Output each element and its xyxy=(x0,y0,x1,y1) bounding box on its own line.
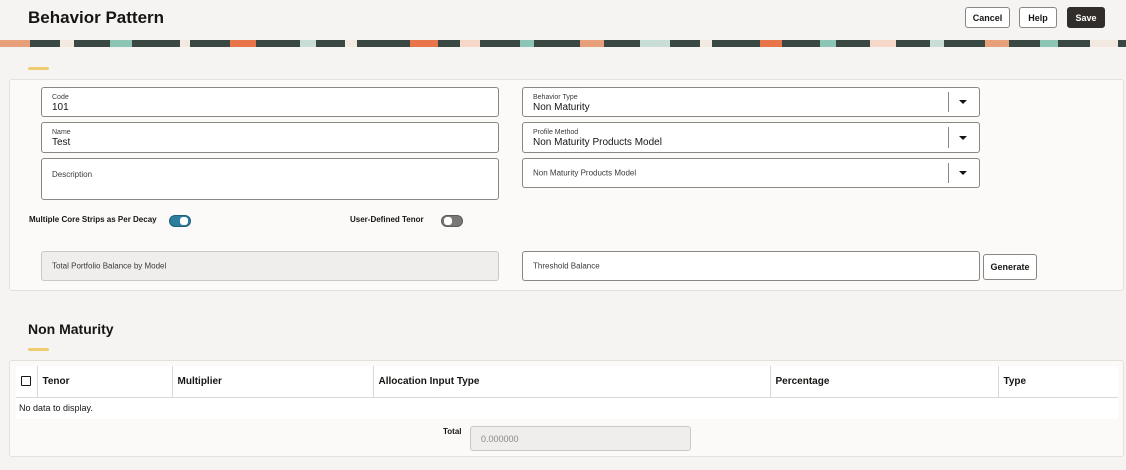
column-header-tenor[interactable]: Tenor xyxy=(37,366,173,398)
profile-method-select[interactable]: Profile Method Non Maturity Products Mod… xyxy=(522,122,980,153)
behavior-type-label: Behavior Type xyxy=(533,94,578,101)
profile-method-label: Profile Method xyxy=(533,129,579,136)
select-all-checkbox[interactable] xyxy=(21,376,31,387)
section-accent xyxy=(28,348,49,351)
total-label: Total xyxy=(443,427,462,436)
description-label: Description xyxy=(52,170,93,179)
decorative-banner xyxy=(0,40,1126,47)
total-field: 0.000000 xyxy=(470,426,691,451)
name-label: Name xyxy=(52,129,71,136)
chevron-down-icon[interactable] xyxy=(959,100,967,104)
code-field[interactable]: Code 101 xyxy=(41,87,499,117)
select-divider xyxy=(948,92,949,112)
chevron-down-icon[interactable] xyxy=(959,135,967,140)
generate-button[interactable]: Generate xyxy=(983,254,1037,280)
help-button[interactable]: Help xyxy=(1019,7,1057,28)
column-header-percentage[interactable]: Percentage xyxy=(770,366,999,398)
user-defined-tenor-toggle[interactable] xyxy=(441,215,463,227)
total-portfolio-balance-label: Total Portfolio Balance by Model xyxy=(52,261,167,271)
select-all-header[interactable] xyxy=(16,366,38,398)
banner-pattern xyxy=(0,40,1118,47)
total-portfolio-balance-field: Total Portfolio Balance by Model xyxy=(41,251,499,281)
page-header: Behavior Pattern Cancel Help Save xyxy=(0,0,1126,40)
toggle-knob xyxy=(180,217,188,225)
code-label: Code xyxy=(52,94,69,101)
empty-table-message: No data to display. xyxy=(19,403,93,414)
chevron-down-icon[interactable] xyxy=(959,171,967,175)
section-accent xyxy=(28,67,49,70)
cancel-button[interactable]: Cancel xyxy=(965,7,1010,28)
non-maturity-table: Tenor Multiplier Allocation Input Type P… xyxy=(16,366,1118,419)
page-title: Behavior Pattern xyxy=(28,8,165,27)
column-header-multiplier[interactable]: Multiplier xyxy=(172,366,374,398)
multiple-core-strips-label: Multiple Core Strips as Per Decay xyxy=(29,215,157,224)
threshold-balance-field[interactable]: Threshold Balance xyxy=(522,251,980,281)
profile-method-value: Non Maturity Products Model xyxy=(533,137,662,148)
save-button[interactable]: Save xyxy=(1067,7,1105,28)
non-maturity-title: Non Maturity xyxy=(28,321,114,337)
products-model-select[interactable]: Non Maturity Products Model xyxy=(522,158,980,188)
table-row: No data to display. xyxy=(16,397,1118,419)
toggle-knob xyxy=(444,217,452,225)
behavior-type-select[interactable]: Behavior Type Non Maturity xyxy=(522,87,980,117)
total-value: 0.000000 xyxy=(481,434,519,444)
products-model-label: Non Maturity Products Model xyxy=(533,168,637,178)
threshold-balance-label: Threshold Balance xyxy=(533,261,600,271)
user-defined-tenor-label: User-Defined Tenor xyxy=(350,215,424,224)
multiple-core-strips-toggle[interactable] xyxy=(169,215,191,227)
column-header-type[interactable]: Type xyxy=(998,366,1118,398)
behavior-type-value: Non Maturity xyxy=(533,102,590,113)
code-value: 101 xyxy=(52,102,69,113)
name-field[interactable]: Name Test xyxy=(41,122,499,153)
select-divider xyxy=(948,127,949,148)
select-divider xyxy=(948,163,949,183)
name-value: Test xyxy=(52,137,71,148)
description-field[interactable]: Description xyxy=(41,158,499,200)
table-header-row: Tenor Multiplier Allocation Input Type P… xyxy=(16,366,1118,398)
column-header-allocation-input-type[interactable]: Allocation Input Type xyxy=(373,366,771,398)
